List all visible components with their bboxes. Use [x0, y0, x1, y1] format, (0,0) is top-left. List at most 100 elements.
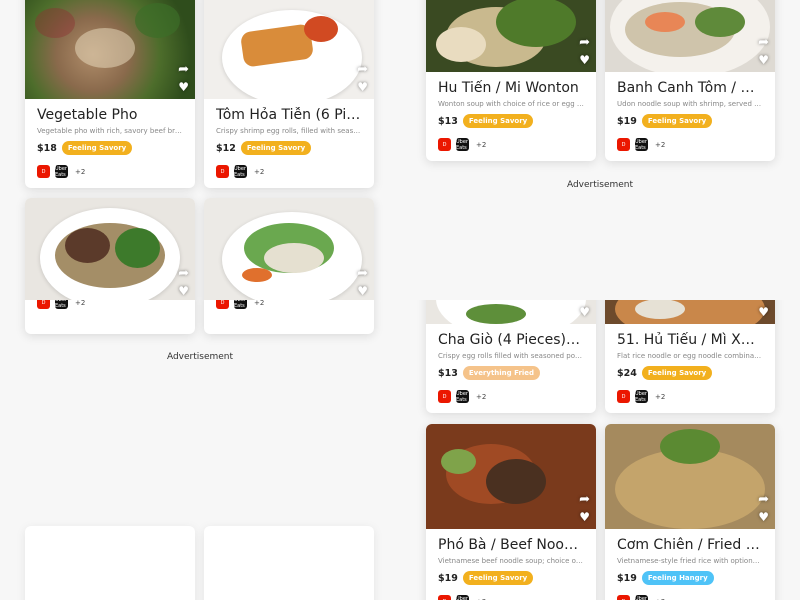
dish-name: Vegetable Pho [37, 107, 138, 123]
heart-icon[interactable]: ♥ [357, 284, 368, 298]
heart-icon[interactable]: ♥ [758, 53, 769, 67]
more-apps-count[interactable]: +2 [655, 141, 665, 149]
dish-description: Vietnamese-style fried rice with options… [617, 557, 763, 565]
dish-photo: ➦ ♥ [25, 0, 195, 99]
more-apps-count[interactable]: +2 [476, 393, 486, 401]
doordash-icon[interactable]: D [617, 595, 630, 600]
menu-card-spring-rolls[interactable]: ➦ ♥ [204, 198, 374, 300]
mood-badge: Everything Fried [462, 366, 541, 380]
dish-photo: ➦ ♥ [605, 0, 775, 72]
menu-card-tom-hoa-tien[interactable]: ➦ ♥ Tôm Hỏa Tiễn (6 Pieces) Crispy shrim… [204, 0, 374, 188]
heart-icon[interactable]: ♥ [579, 305, 590, 319]
share-icon[interactable]: ➦ [579, 492, 590, 507]
dish-description: Crispy shrimp egg rolls, filled with sea… [216, 127, 362, 135]
heart-icon[interactable]: ♥ [357, 80, 368, 94]
dish-price: $19 [617, 572, 637, 584]
more-apps-count[interactable]: +2 [254, 168, 264, 176]
share-icon[interactable]: ➦ [178, 266, 189, 281]
menu-card-footer-right[interactable]: D Uber Eats +2 [204, 300, 374, 334]
dish-name: Banh Canh Tôm / Shrimp Udon [617, 80, 763, 96]
dish-price: $24 [617, 367, 637, 379]
uber-eats-icon[interactable]: Uber Eats [635, 138, 648, 151]
dish-price: $19 [617, 115, 637, 127]
more-apps-count[interactable]: +2 [476, 141, 486, 149]
doordash-icon[interactable]: D [438, 390, 451, 403]
dish-price: $13 [438, 367, 458, 379]
uber-eats-icon[interactable]: Uber Eats [456, 595, 469, 600]
dish-description: Wonton soup with choice of rice or egg n… [438, 100, 584, 108]
mood-badge: Feeling Savory [462, 114, 534, 128]
heart-icon[interactable]: ♥ [579, 53, 590, 67]
uber-eats-icon[interactable]: Uber Eats [456, 138, 469, 151]
heart-icon[interactable]: ♥ [758, 510, 769, 524]
dish-description: Flat rice noodle or egg noodle combinati… [617, 352, 763, 360]
uber-eats-icon[interactable]: Uber Eats [635, 595, 648, 600]
more-apps-count[interactable]: +2 [254, 300, 264, 307]
mood-badge: Feeling Savory [240, 141, 312, 155]
uber-eats-icon[interactable]: Uber Eats [55, 300, 68, 309]
dish-photo: ➦ ♥ [204, 0, 374, 99]
share-icon[interactable]: ➦ [357, 266, 368, 281]
dish-photo: ➦ ♥ [605, 300, 775, 324]
heart-icon[interactable]: ♥ [758, 305, 769, 319]
uber-eats-icon[interactable]: Uber Eats [456, 390, 469, 403]
heart-icon[interactable]: ♥ [579, 510, 590, 524]
menu-card-cha-gio[interactable]: ➦ ♥ Cha Giò (4 Pieces) / Egg Rolls Crisp… [426, 300, 596, 413]
uber-eats-icon[interactable]: Uber Eats [635, 390, 648, 403]
uber-eats-icon[interactable]: Uber Eats [234, 300, 247, 309]
share-icon[interactable]: ➦ [357, 62, 368, 77]
heart-icon[interactable]: ♥ [178, 284, 189, 298]
doordash-icon[interactable]: D [216, 300, 229, 309]
share-icon[interactable]: ➦ [758, 492, 769, 507]
empty-card-placeholder [204, 526, 374, 600]
dish-description: Vegetable pho with rich, savory beef bro… [37, 127, 183, 135]
share-icon[interactable]: ➦ [758, 35, 769, 50]
dish-description: Vietnamese beef noodle soup; choice of .… [438, 557, 584, 565]
dish-price: $13 [438, 115, 458, 127]
dish-name: Cha Giò (4 Pieces) / Egg Rolls [438, 332, 584, 348]
bottom-right-panel: ➦ ♥ Cha Giò (4 Pieces) / Egg Rolls Crisp… [400, 300, 800, 600]
bottom-left-panel: D Uber Eats +2 D Uber Eats +2 Advertisem… [0, 300, 400, 600]
advertisement-label: Advertisement [166, 352, 234, 362]
share-icon[interactable]: ➦ [758, 300, 769, 302]
menu-card-banh-canh[interactable]: ➦ ♥ Banh Canh Tôm / Shrimp Udon Udon noo… [605, 0, 775, 161]
dish-photo: ➦ ♥ [426, 300, 596, 324]
more-apps-count[interactable]: +2 [75, 168, 85, 176]
menu-card-footer-left[interactable]: D Uber Eats +2 [25, 300, 195, 334]
heart-icon[interactable]: ♥ [178, 80, 189, 94]
menu-card-hu-tien[interactable]: ➦ ♥ Hu Tiến / Mi Wonton Wonton soup with… [426, 0, 596, 161]
doordash-icon[interactable]: D [37, 300, 50, 309]
dish-name: Phó Bà / Beef Noodle Soup [438, 537, 584, 553]
advertisement-label: Advertisement [566, 180, 634, 190]
menu-card-com-chien[interactable]: ➦ ♥ Cơm Chiên / Fried Rice Vietnamese-st… [605, 424, 775, 600]
mood-badge: Feeling Savory [462, 571, 534, 585]
dish-price: $19 [438, 572, 458, 584]
share-icon[interactable]: ➦ [579, 35, 590, 50]
dish-name: Cơm Chiên / Fried Rice [617, 537, 763, 553]
menu-card-pho-ba[interactable]: ➦ ♥ Phó Bà / Beef Noodle Soup Vietnamese… [426, 424, 596, 600]
more-apps-count[interactable]: +2 [655, 393, 665, 401]
dish-name: Hu Tiến / Mi Wonton [438, 80, 579, 96]
doordash-icon[interactable]: D [216, 165, 229, 178]
mood-badge: Feeling Savory [641, 366, 713, 380]
doordash-icon[interactable]: D [37, 165, 50, 178]
doordash-icon[interactable]: D [617, 138, 630, 151]
top-right-panel: ➦ ♥ Hu Tiến / Mi Wonton Wonton soup with… [400, 0, 800, 300]
dish-photo: ➦ ♥ [25, 198, 195, 300]
uber-eats-icon[interactable]: Uber Eats [234, 165, 247, 178]
doordash-icon[interactable]: D [438, 595, 451, 600]
dish-description: Udon noodle soup with shrimp, served in … [617, 100, 763, 108]
menu-card-vegetable-pho[interactable]: ➦ ♥ Vegetable Pho Vegetable pho with ric… [25, 0, 195, 188]
menu-card-beef-bowl[interactable]: ➦ ♥ [25, 198, 195, 300]
empty-card-placeholder [25, 526, 195, 600]
dish-price: $18 [37, 142, 57, 154]
uber-eats-icon[interactable]: Uber Eats [55, 165, 68, 178]
dish-description: Crispy egg rolls filled with seasoned po… [438, 352, 584, 360]
more-apps-count[interactable]: +2 [75, 300, 85, 307]
menu-card-hu-tieu-xao[interactable]: ➦ ♥ 51. Hủ Tiếu / Mì Xào Dòn Flat rice n… [605, 300, 775, 413]
doordash-icon[interactable]: D [438, 138, 451, 151]
dish-photo: ➦ ♥ [605, 424, 775, 529]
doordash-icon[interactable]: D [617, 390, 630, 403]
share-icon[interactable]: ➦ [178, 62, 189, 77]
share-icon[interactable]: ➦ [579, 300, 590, 302]
